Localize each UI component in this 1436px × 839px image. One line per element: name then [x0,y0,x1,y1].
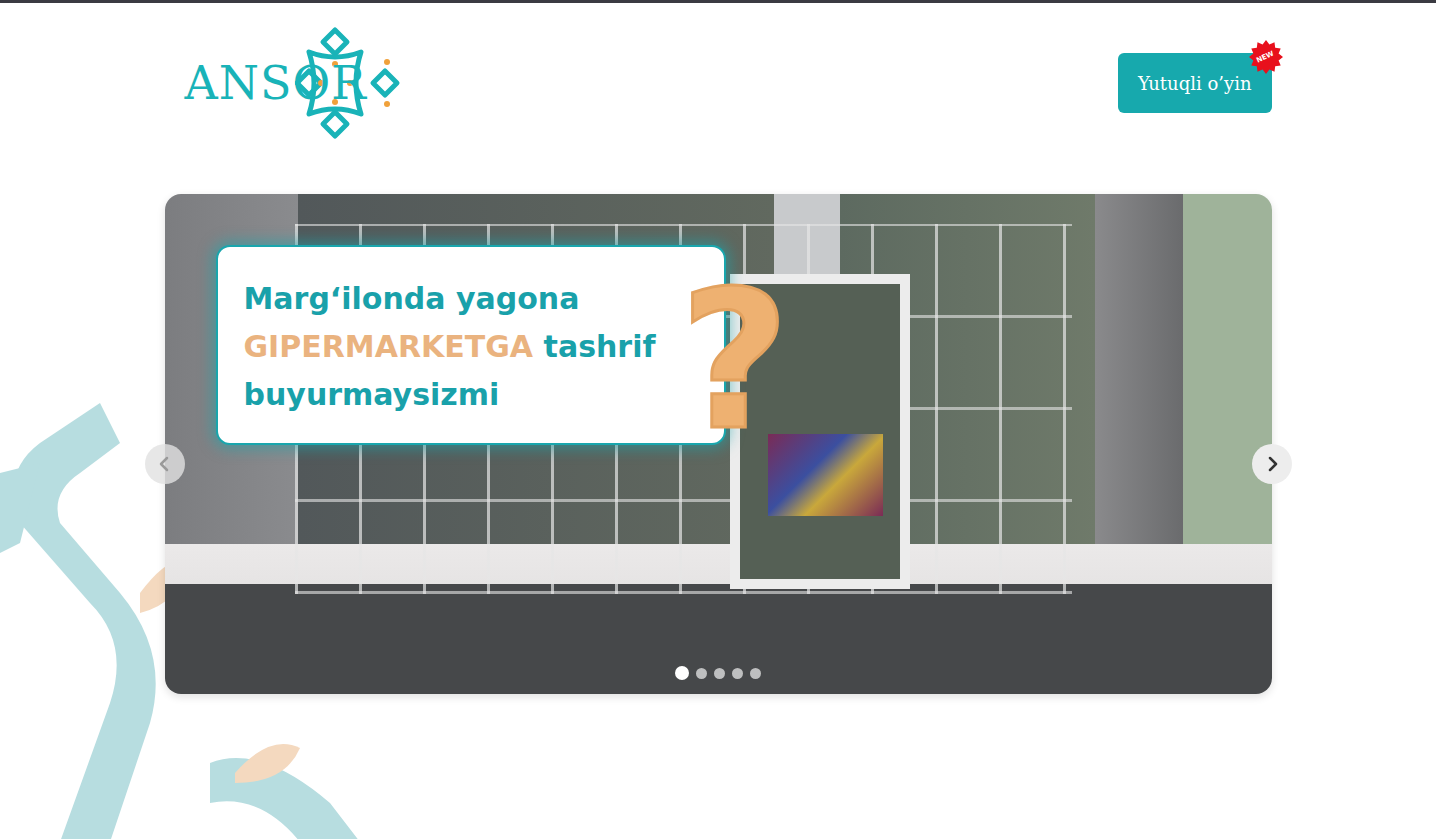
caption-part: GIPERMARKETGA [244,329,534,364]
slide-caption-box: Marg‘ilonda yagona GIPERMARKETGA tashrif… [216,245,726,445]
carousel-wrap: Marg‘ilonda yagona GIPERMARKETGA tashrif… [165,194,1272,694]
caption-part: tashrif [544,329,656,364]
carousel-dot[interactable] [675,666,689,680]
page: ANSOR Yutuqli o’yinNEW Marg‘ilonda yagona … [165,3,1272,694]
carousel: Marg‘ilonda yagona GIPERMARKETGA tashrif… [165,194,1272,694]
prev-button[interactable] [145,444,185,484]
carousel-dot[interactable] [714,668,725,679]
logo-text: ANSOR [185,56,367,110]
question-mark: ? [680,267,790,457]
caption-part: Marg‘ilonda yagona [244,281,580,316]
carousel-dots [165,666,1272,680]
game-button-wrap: Yutuqli o’yinNEW [1118,53,1272,113]
slide-caption: Marg‘ilonda yagona GIPERMARKETGA tashrif… [244,275,684,419]
game-button[interactable]: Yutuqli o’yin [1118,53,1272,113]
carousel-dot[interactable] [696,668,707,679]
logo[interactable]: ANSOR [185,22,405,144]
chevron-icon [157,456,173,472]
header: ANSOR Yutuqli o’yinNEW [165,3,1272,194]
caption-part: buyurmaysizmi [244,377,500,412]
next-button[interactable] [1252,444,1292,484]
new-badge: NEW [1248,39,1284,75]
carousel-dot[interactable] [732,668,743,679]
chevron-icon [1264,456,1280,472]
carousel-dot[interactable] [750,668,761,679]
